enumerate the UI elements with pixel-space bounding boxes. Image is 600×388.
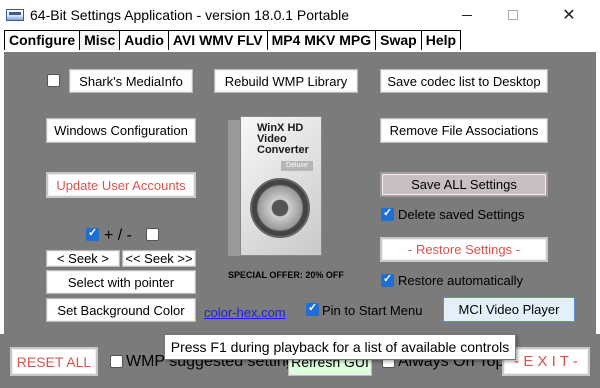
maximize-icon xyxy=(508,10,518,20)
sharks-mediainfo-button[interactable]: Shark's MediaInfo xyxy=(69,69,193,93)
windows-configuration-button[interactable]: Windows Configuration xyxy=(46,118,196,143)
save-all-settings-button[interactable]: Save ALL Settings xyxy=(380,172,548,197)
restore-automatically-label: Restore automatically xyxy=(398,273,523,288)
tab-help[interactable]: Help xyxy=(420,30,462,50)
close-button[interactable]: ✕ xyxy=(546,0,592,30)
minimize-icon xyxy=(462,14,472,16)
color-hex-link[interactable]: color-hex.com xyxy=(204,305,286,320)
product-title-line2: Video Converter xyxy=(257,133,309,156)
tab-bar: Configure Misc Audio AVI WMV FLV MP4 MKV… xyxy=(4,30,462,50)
tab-avi-wmv-flv[interactable]: AVI WMV FLV xyxy=(167,30,267,50)
delete-saved-settings-checkbox[interactable] xyxy=(381,206,394,221)
mci-video-player-button[interactable]: MCI Video Player xyxy=(443,297,575,322)
pin-to-start-checkbox[interactable] xyxy=(306,301,319,316)
window-title: 64-Bit Settings Application - version 18… xyxy=(30,7,350,23)
special-offer-label: SPECIAL OFFER: 20% OFF xyxy=(228,270,344,280)
tab-mp4-mkv-mpg[interactable]: MP4 MKV MPG xyxy=(266,30,376,50)
product-box-image: WinX HD Video Converter Deluxe SPECIAL O… xyxy=(228,116,344,280)
restore-automatically-checkbox[interactable] xyxy=(381,272,394,287)
set-background-color-button[interactable]: Set Background Color xyxy=(46,298,196,322)
wmp-suggested-checkbox[interactable] xyxy=(110,355,123,368)
save-codec-list-button[interactable]: Save codec list to Desktop xyxy=(380,69,548,93)
f1-tooltip: Press F1 during playback for a list of a… xyxy=(164,334,516,360)
app-icon xyxy=(6,9,24,21)
remove-file-associations-button[interactable]: Remove File Associations xyxy=(380,118,548,143)
pin-to-start-label: Pin to Start Menu xyxy=(322,303,423,318)
product-badge: Deluxe xyxy=(281,161,313,171)
update-user-accounts-button[interactable]: Update User Accounts xyxy=(46,172,196,198)
plus-checkbox[interactable] xyxy=(86,226,99,241)
restore-settings-button[interactable]: - Restore Settings - xyxy=(380,237,548,262)
reset-all-button[interactable]: RESET ALL xyxy=(10,347,98,376)
maximize-button xyxy=(490,0,536,30)
tab-swap[interactable]: Swap xyxy=(375,30,421,50)
seek-back-button[interactable]: < Seek > xyxy=(46,250,120,267)
sharks-mediainfo-checkbox[interactable] xyxy=(47,74,60,87)
tab-misc[interactable]: Misc xyxy=(79,30,120,50)
tab-configure[interactable]: Configure xyxy=(4,30,80,50)
delete-saved-settings-label: Delete saved Settings xyxy=(398,207,525,222)
minus-checkbox[interactable] xyxy=(146,228,159,241)
film-reel-icon xyxy=(250,178,310,238)
tab-audio[interactable]: Audio xyxy=(119,30,168,50)
seek-forward-button[interactable]: << Seek >> xyxy=(122,250,196,267)
select-with-pointer-button[interactable]: Select with pointer xyxy=(46,270,196,294)
rebuild-wmp-library-button[interactable]: Rebuild WMP Library xyxy=(214,69,358,93)
title-bar: 64-Bit Settings Application - version 18… xyxy=(0,0,600,30)
plus-minus-label: + / - xyxy=(104,227,133,244)
minimize-button[interactable] xyxy=(444,0,490,30)
